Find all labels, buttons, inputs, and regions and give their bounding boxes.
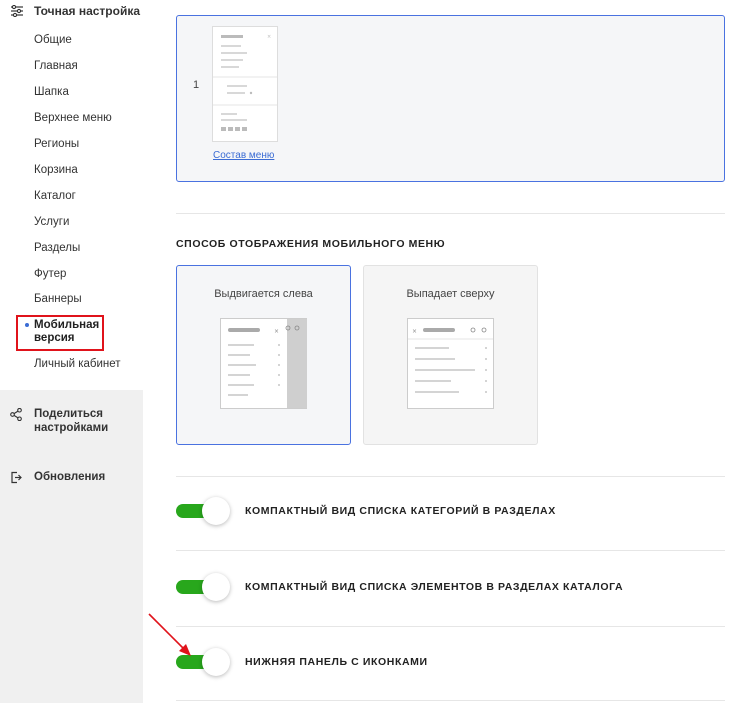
toggle-knob bbox=[202, 648, 230, 676]
highlight-frame bbox=[16, 315, 104, 351]
sidebar-item-banners[interactable]: Баннеры bbox=[34, 293, 82, 305]
toggle-row-compact-categories[interactable]: КОМПАКТНЫЙ ВИД СПИСКА КАТЕГОРИЙ В РАЗДЕЛ… bbox=[176, 496, 556, 526]
main-content: 1 × Состав меню СПОСОБ ОТОБРАЖЕНИЯ МОБИЛ… bbox=[143, 0, 750, 703]
sidebar: Точная настройка Общие Главная Шапка Вер… bbox=[0, 0, 143, 703]
toggle-row-compact-elements[interactable]: КОМПАКТНЫЙ ВИД СПИСКА ЭЛЕМЕНТОВ В РАЗДЕЛ… bbox=[176, 572, 623, 602]
sidebar-footer-panel bbox=[0, 390, 143, 703]
menu-number: 1 bbox=[193, 79, 200, 91]
svg-text:×: × bbox=[412, 328, 417, 335]
sliders-icon bbox=[11, 5, 23, 17]
option-drop-top-label: Выпадает сверху bbox=[406, 288, 495, 300]
section-divider bbox=[176, 626, 725, 627]
toggle-compact-categories-label: КОМПАКТНЫЙ ВИД СПИСКА КАТЕГОРИЙ В РАЗДЕЛ… bbox=[245, 505, 556, 517]
logout-icon bbox=[11, 471, 22, 484]
mobile-menu-section-title: СПОСОБ ОТОБРАЖЕНИЯ МОБИЛЬНОГО МЕНЮ bbox=[176, 238, 446, 250]
updates-label: Обновления bbox=[34, 471, 106, 483]
sidebar-item-catalog[interactable]: Каталог bbox=[34, 190, 76, 202]
svg-text:×: × bbox=[274, 328, 279, 335]
option-drop-top[interactable]: Выпадает сверху × bbox=[363, 265, 538, 445]
toggle-knob bbox=[202, 573, 230, 601]
menu-composition-block[interactable]: 1 × Состав меню bbox=[176, 15, 725, 182]
share-settings-line1: Поделиться bbox=[34, 408, 104, 420]
option-slide-left[interactable]: Выдвигается слева × bbox=[176, 265, 351, 445]
toggle-compact-elements-label: КОМПАКТНЫЙ ВИД СПИСКА ЭЛЕМЕНТОВ В РАЗДЕЛ… bbox=[245, 581, 624, 593]
share-settings-label: Поделиться настройками bbox=[34, 407, 108, 435]
drop-top-preview-illustration: × bbox=[407, 318, 494, 409]
menu-composition-link[interactable]: Состав меню bbox=[213, 150, 274, 161]
toggle-bottom-panel-label: НИЖНЯЯ ПАНЕЛЬ С ИКОНКАМИ bbox=[245, 656, 428, 668]
svg-text:×: × bbox=[267, 34, 271, 40]
sidebar-item-top-menu[interactable]: Верхнее меню bbox=[34, 112, 112, 124]
menu-preview-illustration: × bbox=[213, 34, 277, 131]
share-icon bbox=[10, 408, 22, 421]
menu-preview-thumbnail[interactable]: × bbox=[212, 26, 278, 142]
section-divider bbox=[176, 476, 725, 477]
slide-left-preview-illustration: × bbox=[220, 318, 307, 409]
sidebar-item-regions[interactable]: Регионы bbox=[34, 138, 79, 150]
sidebar-item-sections[interactable]: Разделы bbox=[34, 242, 80, 254]
sidebar-item-main[interactable]: Главная bbox=[34, 60, 78, 72]
annotation-arrow-icon bbox=[148, 613, 191, 656]
sidebar-heading-label: Точная настройка bbox=[34, 4, 141, 18]
share-settings-link[interactable]: Поделиться настройками bbox=[10, 407, 108, 435]
sidebar-item-services[interactable]: Услуги bbox=[34, 216, 69, 228]
sidebar-item-cart[interactable]: Корзина bbox=[34, 164, 78, 176]
updates-link[interactable]: Обновления bbox=[10, 470, 105, 484]
sidebar-item-footer[interactable]: Футер bbox=[34, 268, 66, 280]
toggle-compact-elements[interactable] bbox=[176, 572, 232, 602]
toggle-knob bbox=[202, 497, 230, 525]
share-settings-line2: настройками bbox=[34, 422, 109, 434]
section-divider bbox=[176, 700, 725, 701]
option-slide-left-label: Выдвигается слева bbox=[214, 288, 313, 300]
sidebar-item-header[interactable]: Шапка bbox=[34, 86, 69, 98]
section-divider bbox=[176, 550, 725, 551]
section-divider bbox=[176, 213, 725, 214]
sidebar-heading: Точная настройка bbox=[10, 4, 140, 18]
toggle-compact-categories[interactable] bbox=[176, 496, 232, 526]
toggle-row-bottom-panel[interactable]: НИЖНЯЯ ПАНЕЛЬ С ИКОНКАМИ bbox=[176, 647, 428, 677]
sidebar-item-general[interactable]: Общие bbox=[34, 34, 72, 46]
sidebar-item-account[interactable]: Личный кабинет bbox=[34, 358, 121, 370]
